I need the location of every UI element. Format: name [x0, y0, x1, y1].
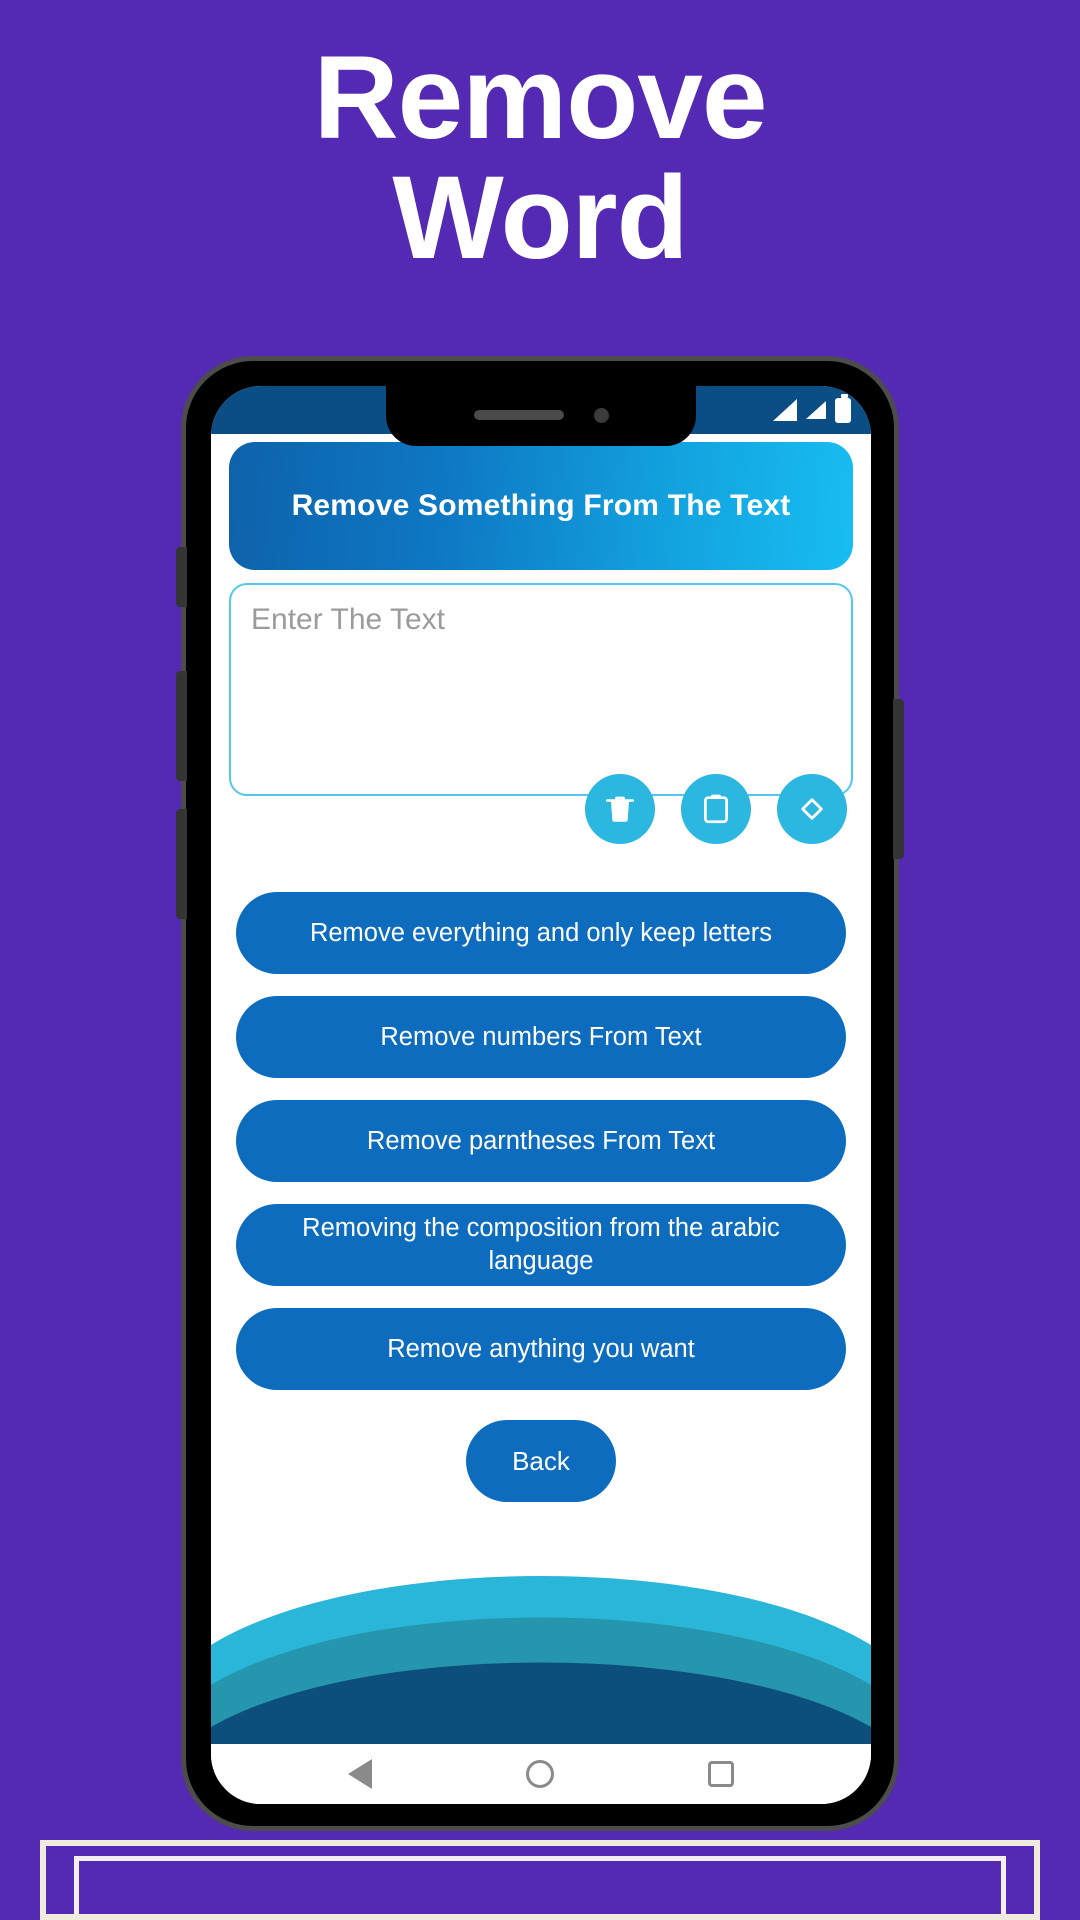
action-button-keep-letters[interactable]: Remove everything and only keep letters [236, 892, 846, 974]
bottom-partial-card [40, 1840, 1040, 1920]
bottom-partial-card-inner [46, 1846, 1034, 1914]
icon-button-row [229, 774, 853, 844]
text-input[interactable]: Enter The Text [229, 583, 853, 796]
text-input-placeholder: Enter The Text [251, 603, 446, 636]
page-title-line-2: Word [392, 152, 688, 285]
clear-text-button[interactable] [585, 774, 655, 844]
signal-icon-1 [773, 399, 797, 421]
status-bar [211, 386, 871, 446]
battery-icon [835, 393, 851, 423]
phone-mute-switch[interactable] [176, 547, 187, 607]
phone-notch [386, 386, 696, 446]
action-button-remove-numbers[interactable]: Remove numbers From Text [236, 996, 846, 1078]
action-button-list: Remove everything and only keep letters … [229, 892, 853, 1390]
wave-decoration [211, 1559, 871, 1744]
action-button-remove-arabic-composition[interactable]: Removing the composition from the arabic… [236, 1204, 846, 1286]
app-header-title: Remove Something From The Text [229, 442, 853, 570]
android-nav-bar [211, 1744, 871, 1804]
bottom-partial-card-frame [74, 1856, 1006, 1914]
phone-volume-up-button[interactable] [176, 671, 187, 781]
android-recents-button[interactable] [708, 1761, 734, 1787]
android-home-button[interactable] [526, 1760, 554, 1788]
paste-button[interactable] [681, 774, 751, 844]
phone-mockup: Remove Something From The Text Enter The… [176, 356, 904, 1831]
android-back-button[interactable] [348, 1759, 372, 1789]
back-button-row: Back [229, 1420, 853, 1502]
clipboard-icon [699, 792, 733, 826]
expand-button[interactable] [777, 774, 847, 844]
back-button[interactable]: Back [466, 1420, 616, 1502]
signal-icon-2 [806, 401, 826, 419]
front-camera-icon [593, 407, 609, 423]
trash-icon [603, 792, 637, 826]
page-title-line-1: Remove [313, 32, 767, 164]
phone-power-button[interactable] [893, 699, 904, 859]
earpiece-speaker-icon [473, 410, 564, 420]
action-button-remove-anything[interactable]: Remove anything you want [236, 1308, 846, 1390]
action-button-remove-parentheses[interactable]: Remove parntheses From Text [236, 1100, 846, 1182]
page-title: Remove Word [0, 38, 1080, 279]
phone-screen: Remove Something From The Text Enter The… [211, 386, 871, 1804]
phone-volume-down-button[interactable] [176, 809, 187, 919]
move-arrows-icon [794, 791, 830, 827]
